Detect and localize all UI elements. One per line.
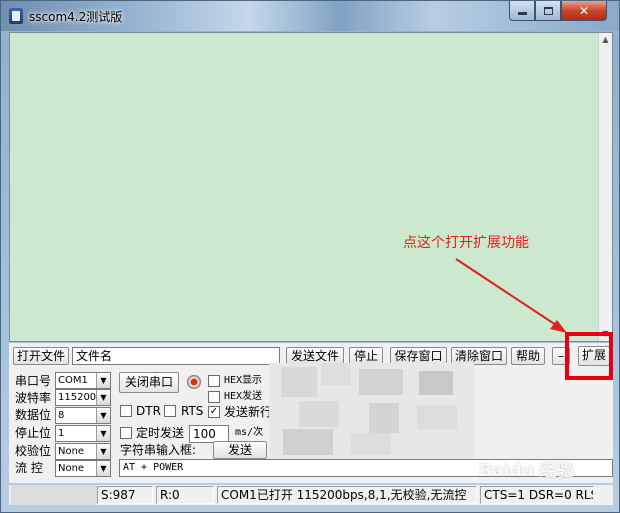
chevron-down-icon: ▼ xyxy=(96,444,110,459)
line-status-text: CTS=1 DSR=0 RLSD xyxy=(480,486,594,504)
expand-highlight-box xyxy=(565,332,613,380)
app-icon xyxy=(9,8,23,24)
timed-send-checkbox[interactable] xyxy=(120,427,132,439)
close-port-button[interactable]: 关闭串口 xyxy=(119,372,179,393)
parity-select[interactable]: None ▼ xyxy=(55,443,111,460)
baidu-watermark: Baidu 经验 xyxy=(479,461,574,481)
parity-value: None xyxy=(58,446,85,457)
baud-value: 115200 xyxy=(58,392,97,403)
rts-label: RTS xyxy=(181,404,204,418)
port-value: COM1 xyxy=(58,375,88,386)
send-button[interactable]: 发送 xyxy=(213,441,267,459)
hex-display-label: HEX显示 xyxy=(224,375,263,386)
recv-count: R:0 xyxy=(156,486,214,504)
stopbits-value: 1 xyxy=(58,428,65,439)
flow-select[interactable]: None ▼ xyxy=(55,460,111,477)
databits-label: 数据位 xyxy=(15,408,52,422)
stopbits-label: 停止位 xyxy=(15,426,52,440)
app-window: sscom4.2测试版 ✕ ▲ ▼ 点这个打开扩展功能 打开文件 文件名 发送文… xyxy=(0,0,620,513)
receive-scrollbar[interactable]: ▲ ▼ xyxy=(598,33,612,341)
port-status-led-icon xyxy=(187,375,201,389)
databits-value: 8 xyxy=(58,410,65,421)
port-status-text: COM1已打开 115200bps,8,1,无校验,无流控 xyxy=(217,486,477,504)
window-title: sscom4.2测试版 xyxy=(29,10,123,24)
scroll-up-icon[interactable]: ▲ xyxy=(599,33,612,47)
chevron-down-icon: ▼ xyxy=(96,408,110,423)
receive-text-area[interactable]: ▲ ▼ xyxy=(9,32,613,342)
port-label: 串口号 xyxy=(15,374,52,388)
help-button[interactable]: 帮助 xyxy=(511,347,545,365)
stopbits-select[interactable]: 1 ▼ xyxy=(55,425,111,442)
annotation-text: 点这个打开扩展功能 xyxy=(403,235,529,251)
maximize-icon xyxy=(543,6,553,15)
dtr-label: DTR xyxy=(136,404,161,418)
redacted-area xyxy=(269,363,474,459)
minimize-button[interactable] xyxy=(509,1,535,21)
input-label: 字符串输入框: xyxy=(120,443,197,457)
baud-select[interactable]: 115200 ▼ xyxy=(55,389,111,406)
baud-label: 波特率 xyxy=(15,391,52,405)
file-name-field[interactable]: 文件名 xyxy=(72,347,280,365)
rts-checkbox[interactable] xyxy=(164,405,176,417)
timed-send-label: 定时发送 xyxy=(136,426,185,440)
hex-send-label: HEX发送 xyxy=(224,391,263,402)
close-button[interactable]: ✕ xyxy=(561,1,607,21)
parity-label: 校验位 xyxy=(15,444,52,458)
hex-send-checkbox[interactable] xyxy=(208,391,220,403)
hex-display-checkbox[interactable] xyxy=(208,375,220,387)
chevron-down-icon: ▼ xyxy=(96,426,110,441)
title-bar: sscom4.2测试版 ✕ xyxy=(1,1,619,31)
send-count: S:987 xyxy=(97,486,153,504)
maximize-button[interactable] xyxy=(535,1,561,21)
databits-select[interactable]: 8 ▼ xyxy=(55,407,111,424)
close-icon: ✕ xyxy=(578,3,590,18)
port-select[interactable]: COM1 ▼ xyxy=(55,372,111,389)
chevron-down-icon: ▼ xyxy=(96,461,110,476)
send-newline-label: 发送新行 xyxy=(224,405,273,419)
interval-unit: ms/次 xyxy=(235,427,264,438)
flow-label: 流 控 xyxy=(15,461,43,475)
dtr-checkbox[interactable] xyxy=(120,405,132,417)
redacted-status-area xyxy=(11,485,97,505)
send-newline-checkbox[interactable]: ✓ xyxy=(208,406,220,418)
chevron-down-icon: ▼ xyxy=(96,390,110,405)
flow-value: None xyxy=(58,463,85,474)
minimize-icon xyxy=(517,12,527,15)
open-file-button[interactable]: 打开文件 xyxy=(13,347,69,365)
chevron-down-icon: ▼ xyxy=(96,373,110,388)
